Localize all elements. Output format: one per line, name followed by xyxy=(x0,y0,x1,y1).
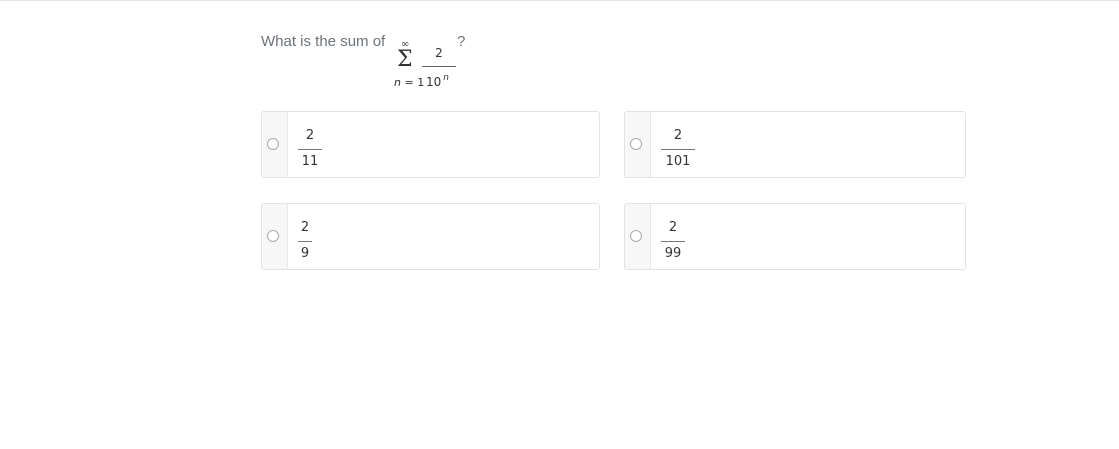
question-prompt: What is the sum of ∞ Σ n = 1 2 10 n ? xyxy=(261,30,661,92)
radio-button[interactable] xyxy=(630,138,642,150)
answer-denominator: 101 xyxy=(665,154,691,169)
summation-lower-limit: n = 1 xyxy=(394,77,424,89)
answer-option-3[interactable]: 2 9 xyxy=(261,203,600,270)
sigma-glyph: Σ xyxy=(397,47,413,72)
fraction-bar xyxy=(661,241,685,242)
radio-zone xyxy=(262,112,288,177)
answer-option-4[interactable]: 2 99 xyxy=(624,203,966,270)
answer-numerator: 2 xyxy=(673,128,683,143)
answer-fraction: 2 99 xyxy=(661,220,685,262)
answer-numerator: 2 xyxy=(300,220,310,235)
question-mark: ? xyxy=(457,33,466,50)
question-text: What is the sum of xyxy=(261,33,386,50)
answer-numerator: 2 xyxy=(668,220,678,235)
radio-button[interactable] xyxy=(267,230,279,242)
summand-denominator: 10 n xyxy=(426,73,449,91)
radio-zone xyxy=(625,112,651,177)
radio-zone xyxy=(262,204,288,269)
answer-fraction: 2 11 xyxy=(298,128,322,170)
fraction-bar xyxy=(422,66,456,67)
summand-numerator: 2 xyxy=(435,46,443,60)
radio-zone xyxy=(625,204,651,269)
top-divider xyxy=(0,0,1119,1)
answer-denominator: 11 xyxy=(301,154,319,169)
answer-fraction: 2 9 xyxy=(298,220,312,262)
summation-index: n xyxy=(394,76,401,89)
answer-numerator: 2 xyxy=(305,128,315,143)
fraction-bar xyxy=(298,149,322,150)
answer-denominator: 9 xyxy=(300,246,310,261)
fraction-bar xyxy=(298,241,312,242)
denominator-base: 10 xyxy=(426,75,442,89)
denominator-exponent: n xyxy=(443,73,449,83)
answer-denominator: 99 xyxy=(664,246,682,261)
summation-start: = 1 xyxy=(400,76,425,89)
answer-option-2[interactable]: 2 101 xyxy=(624,111,966,178)
fraction-bar xyxy=(661,149,695,150)
radio-button[interactable] xyxy=(630,230,642,242)
radio-button[interactable] xyxy=(267,138,279,150)
summation-symbol: ∞ Σ n = 1 xyxy=(393,40,424,90)
answer-fraction: 2 101 xyxy=(661,128,695,170)
answer-option-1[interactable]: 2 11 xyxy=(261,111,600,178)
summand-fraction: 2 10 n xyxy=(422,46,456,92)
